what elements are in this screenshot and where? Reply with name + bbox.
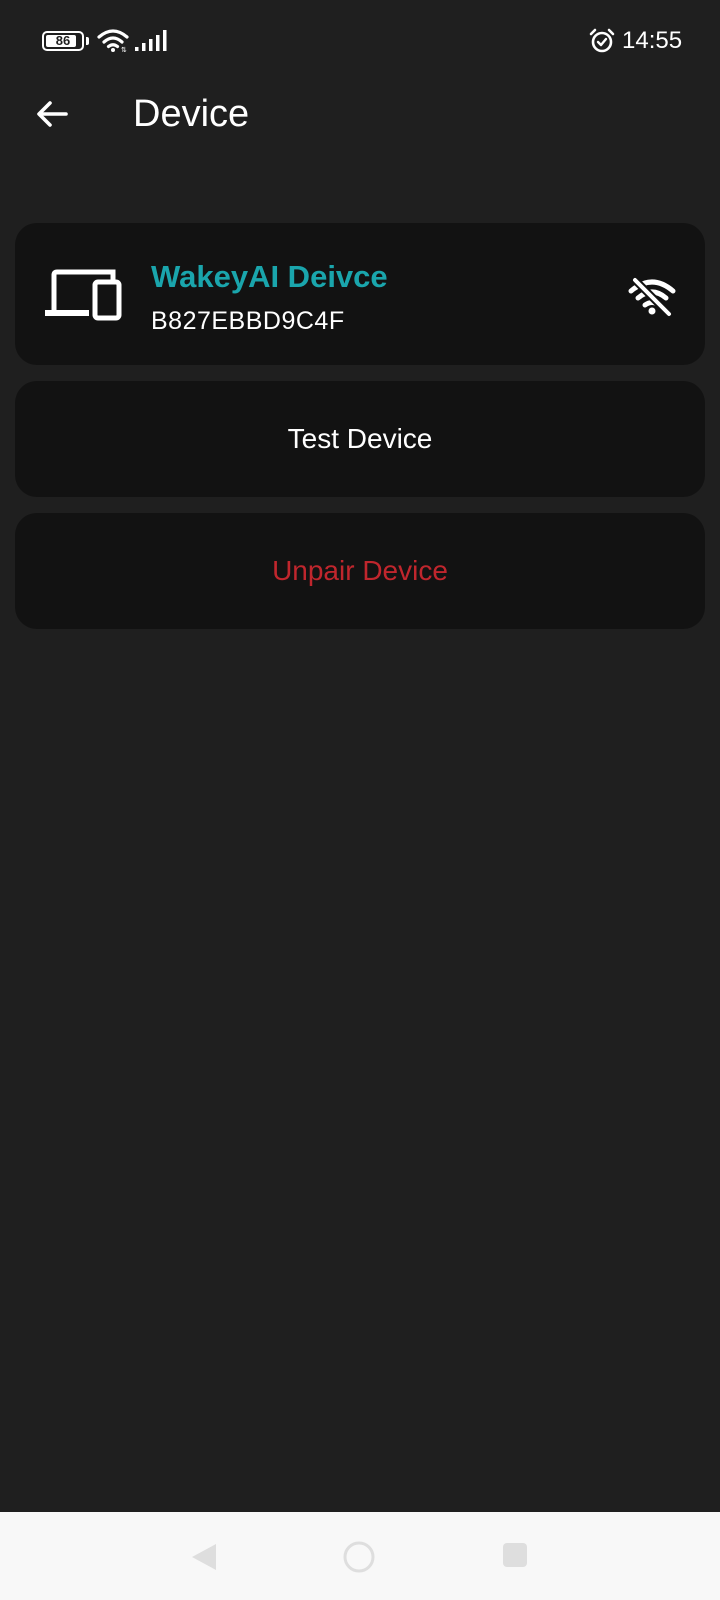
system-navigation-bar — [0, 1512, 720, 1600]
test-device-button[interactable]: Test Device — [15, 381, 705, 497]
device-id: B827EBBD9C4F — [151, 307, 345, 335]
unpair-device-button[interactable]: Unpair Device — [15, 513, 705, 629]
svg-text:⇅: ⇅ — [121, 46, 127, 52]
battery-level: 86 — [55, 33, 71, 48]
devices-icon — [45, 269, 122, 321]
nav-home-icon[interactable] — [341, 1539, 377, 1575]
wifi-off-icon[interactable] — [627, 275, 677, 317]
battery-icon: 86 — [42, 31, 84, 51]
arrow-left-icon — [37, 101, 68, 127]
back-button[interactable] — [28, 86, 76, 142]
nav-recents-icon[interactable] — [501, 1541, 529, 1569]
status-bar: 86 ⇅ 14:55 — [0, 0, 720, 84]
device-card: WakeyAI Deivce B827EBBD9C4F — [15, 223, 705, 365]
device-screen: 86 ⇅ 14:55 Device WakeyAI Deivce B827EBB… — [0, 0, 720, 1600]
nav-back-icon[interactable] — [188, 1541, 220, 1573]
battery-tip — [86, 37, 89, 45]
wifi-icon: ⇅ — [97, 29, 129, 52]
device-name: WakeyAI Deivce — [151, 259, 388, 294]
test-device-label: Test Device — [287, 423, 433, 454]
unpair-device-label: Unpair Device — [272, 555, 448, 586]
status-clock: 14:55 — [622, 27, 683, 54]
cellular-signal-icon — [135, 30, 167, 51]
alarm-icon — [589, 28, 615, 53]
page-title: Device — [133, 93, 250, 135]
